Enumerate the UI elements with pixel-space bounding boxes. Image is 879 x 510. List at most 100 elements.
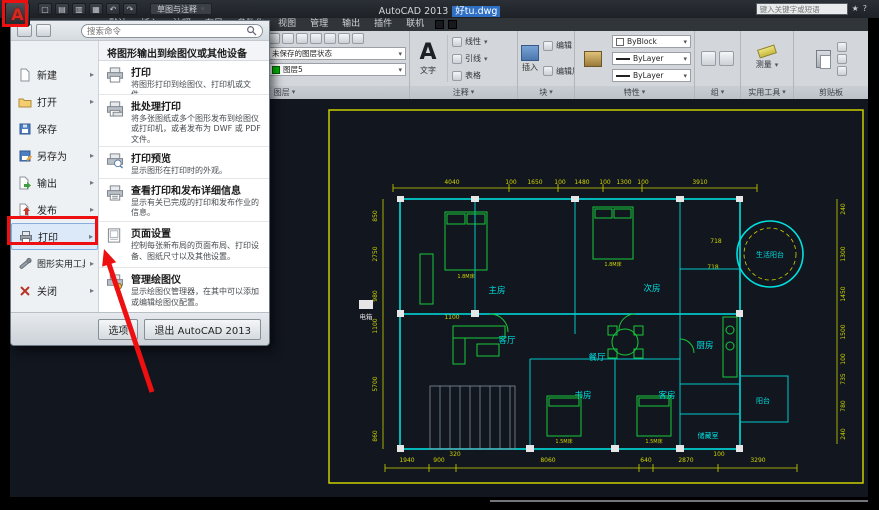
- menu-item-manage-plotters[interactable]: 管理绘图仪 显示绘图仪管理器，在其中可以添加或编辑绘图仪配置。: [99, 268, 269, 312]
- layer-tool-icon[interactable]: [338, 33, 350, 44]
- menu-item-plot-details[interactable]: 查看打印和发布详细信息 显示有关已完成的打印和发布作业的信息。: [99, 179, 269, 223]
- menu-item-publish[interactable]: 发布 ▸: [11, 196, 98, 223]
- layer-tool-icon[interactable]: [324, 33, 336, 44]
- layer-tool-icon[interactable]: [296, 33, 308, 44]
- edit-attributes-tool[interactable]: 编辑属性: [543, 66, 574, 77]
- menu-search-input[interactable]: [87, 26, 243, 36]
- room-label-kitchen: 厨房: [696, 340, 713, 351]
- dimension-label: 5700: [372, 376, 379, 391]
- menu-item-page-setup[interactable]: 页面设置 控制每张新布局的页面布局、打印设备、图纸尺寸以及其他设置。: [99, 222, 269, 268]
- submenu-arrow-icon: ▸: [89, 232, 93, 241]
- insert-block-button[interactable]: 插入: [521, 33, 539, 84]
- object-color-dropdown[interactable]: ByBlock ▾: [612, 35, 691, 48]
- menu-item-save[interactable]: 保存: [11, 115, 98, 142]
- app-title: AutoCAD 2013: [379, 6, 449, 17]
- bed-label: 1.5M床: [555, 438, 572, 445]
- info-center-search-input[interactable]: [756, 3, 848, 15]
- favorites-star-icon[interactable]: ★: [852, 3, 859, 15]
- group-icon[interactable]: [701, 51, 716, 66]
- open-file-icon[interactable]: ▤: [55, 3, 69, 15]
- workspace-label: 草图与注释: [157, 4, 197, 15]
- tab-output[interactable]: 输出: [335, 18, 367, 31]
- measure-tool[interactable]: 测量 ▾: [756, 59, 779, 70]
- menu-search-box[interactable]: [81, 24, 263, 38]
- layer-tool-icon[interactable]: [282, 33, 294, 44]
- menu-item-batch-plot[interactable]: 批处理打印 将多张图纸或多个图形发布到绘图仪或打印机，或者发布为 DWF 或 P…: [99, 95, 269, 147]
- bottom-divider: [490, 500, 868, 502]
- tab-view[interactable]: 视图: [271, 18, 303, 31]
- options-button[interactable]: 选项: [98, 319, 138, 340]
- menu-item-export[interactable]: 输出 ▸: [11, 169, 98, 196]
- ungroup-icon[interactable]: [719, 51, 734, 66]
- dimension-label: 900: [433, 457, 445, 464]
- flyout-caret-icon: ▾: [292, 86, 296, 99]
- save-icon[interactable]: ▥: [72, 3, 86, 15]
- dimension-label: 100: [554, 179, 566, 186]
- new-file-icon[interactable]: ▢: [38, 3, 52, 15]
- tab-manage[interactable]: 管理: [303, 18, 335, 31]
- room-label-guest: 客房: [658, 390, 675, 401]
- match-properties-button[interactable]: [578, 33, 608, 84]
- file-name: 好tu.dwg: [452, 6, 500, 17]
- tab-online[interactable]: 联机: [399, 18, 431, 31]
- print-icon: [19, 230, 33, 244]
- redo-icon[interactable]: ↷: [123, 3, 137, 15]
- flyout-caret-icon: ▾: [642, 86, 646, 99]
- floorplan-drawing[interactable]: 4040 100 1650 100 1480 100 1300 100 3910…: [325, 104, 868, 490]
- edit-block-tool[interactable]: 编辑: [543, 40, 574, 51]
- table-tool[interactable]: 表格: [452, 70, 514, 81]
- menu-item-close[interactable]: 关闭 ▸: [11, 277, 98, 304]
- layer-dropdown[interactable]: 图层5 ▾: [268, 63, 406, 76]
- application-menu-button[interactable]: A: [5, 2, 30, 27]
- tab-extra-icon[interactable]: [435, 20, 444, 29]
- menu-item-new[interactable]: 新建 ▸: [11, 61, 98, 88]
- help-icon[interactable]: ?: [863, 3, 867, 15]
- tab-extra-icon[interactable]: [448, 20, 457, 29]
- menu-item-print[interactable]: 打印 ▸: [11, 223, 98, 250]
- exit-button[interactable]: 退出 AutoCAD 2013: [144, 319, 261, 340]
- panel-label-properties[interactable]: 特性 ▾: [575, 86, 694, 99]
- panel-label-block[interactable]: 块 ▾: [518, 86, 574, 99]
- panel-label-clipboard[interactable]: 剪贴板: [794, 86, 868, 99]
- menu-item-plot[interactable]: 打印 将图形打印到绘图仪、打印机或文件。: [99, 61, 269, 95]
- print-preview-icon: [105, 152, 125, 169]
- menu-item-plot-preview[interactable]: 打印预览 显示图形在打印时的外观。: [99, 147, 269, 179]
- linetype-dropdown[interactable]: ByLayer ▾: [612, 69, 691, 82]
- cut-icon[interactable]: [837, 42, 847, 52]
- workspace-dropdown[interactable]: 草图与注释 ▾: [150, 3, 212, 15]
- dimension-label: 1650: [527, 179, 542, 186]
- copy-icon[interactable]: [837, 54, 847, 64]
- panel-label-group[interactable]: 组 ▾: [695, 86, 740, 99]
- tab-plugins[interactable]: 插件: [367, 18, 399, 31]
- layer-tool-icon[interactable]: [310, 33, 322, 44]
- leader-tool[interactable]: 引线 ▾: [452, 53, 514, 64]
- submenu-arrow-icon: ▸: [90, 178, 94, 187]
- flyout-caret-icon: ▾: [471, 86, 475, 99]
- menu-item-drawing-utilities[interactable]: 图形实用工具 ▸: [11, 250, 98, 277]
- open-documents-icon[interactable]: [36, 24, 51, 37]
- layer-tool-icon[interactable]: [352, 33, 364, 44]
- room-label-living: 客厅: [498, 335, 516, 346]
- layer-state-dropdown[interactable]: 未保存的图层状态 ▾: [268, 47, 406, 60]
- chevron-down-icon: ▾: [683, 72, 687, 80]
- menu-item-save-as[interactable]: 另存为 ▸: [11, 142, 98, 169]
- paste-icon[interactable]: [816, 50, 831, 68]
- lineweight-dropdown[interactable]: ByLayer ▾: [612, 52, 691, 65]
- dimension-label: 100: [713, 451, 725, 458]
- match-icon[interactable]: [837, 66, 847, 76]
- panel-label-annotation[interactable]: 注释 ▾: [410, 86, 517, 99]
- dimension-label: 1940: [399, 457, 414, 464]
- dimension-label: 8060: [540, 457, 555, 464]
- text-tool-button[interactable]: A 文字: [413, 33, 443, 84]
- menu-item-open[interactable]: 打开 ▸: [11, 88, 98, 115]
- undo-icon[interactable]: ↶: [106, 3, 120, 15]
- print-details-icon: [105, 184, 125, 201]
- linear-dimension-icon: [452, 37, 462, 47]
- furniture-layer: [420, 207, 737, 436]
- room-label-balcony: 阳台: [756, 396, 770, 405]
- linear-dimension-tool[interactable]: 线性 ▾: [452, 36, 514, 47]
- room-label-dining: 餐厅: [588, 353, 606, 363]
- panel-label-utilities[interactable]: 实用工具 ▾: [741, 86, 793, 99]
- plot-icon[interactable]: ▦: [89, 3, 103, 15]
- layer-color-swatch: [272, 66, 280, 74]
